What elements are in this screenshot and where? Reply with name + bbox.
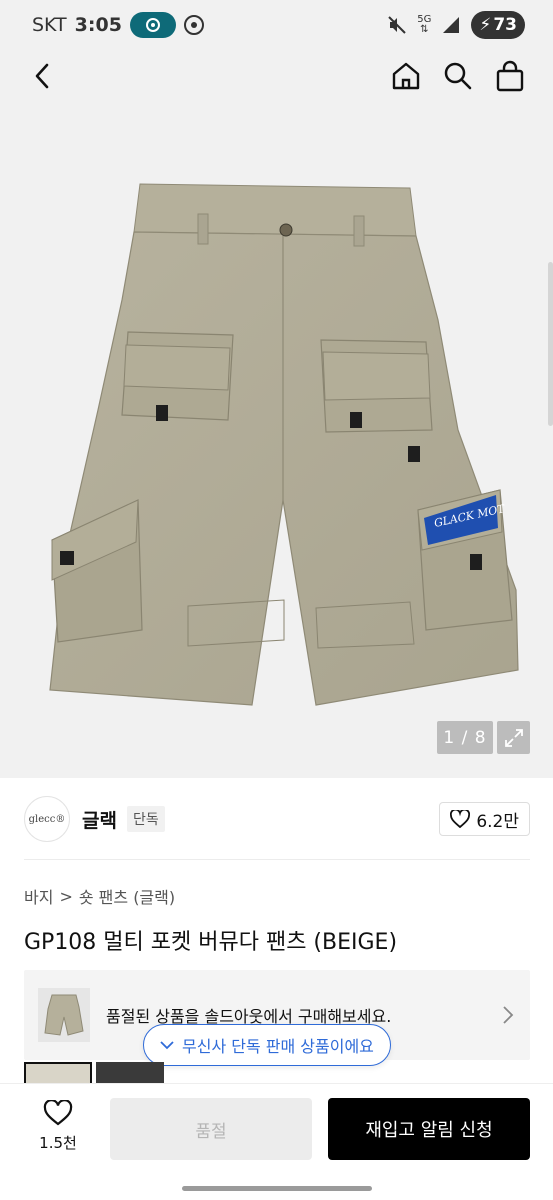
heart-icon xyxy=(450,810,471,828)
bag-icon xyxy=(496,60,524,92)
battery-indicator: ⚡ 73 xyxy=(471,11,525,39)
expand-button[interactable] xyxy=(497,721,530,754)
brand-like-count: 6.2만 xyxy=(476,811,519,832)
wishlist-button[interactable]: 1.5천 xyxy=(30,1100,86,1160)
breadcrumb-category[interactable]: 바지 xyxy=(24,884,53,908)
breadcrumb-separator: > xyxy=(59,886,73,906)
cart-button[interactable] xyxy=(492,58,528,94)
expand-icon xyxy=(504,728,523,747)
exclusive-notice-text: 무신사 단독 판매 상품이에요 xyxy=(182,1037,374,1056)
signal-icon xyxy=(443,17,460,33)
product-title: GP108 멀티 포켓 버뮤다 팬츠 (BEIGE) xyxy=(24,930,398,955)
mute-icon xyxy=(388,16,406,34)
brand-row: glecc® 글랙 단독 6.2만 xyxy=(24,795,530,843)
bottom-action-bar: 1.5천 품절 재입고 알림 신청 xyxy=(0,1084,553,1200)
heart-icon xyxy=(43,1100,73,1126)
breadcrumb: 바지 > 숏 팬츠 (글랙) xyxy=(24,884,175,908)
thumbnail-strip xyxy=(24,1062,164,1084)
home-indicator xyxy=(182,1186,372,1191)
search-icon xyxy=(444,62,472,90)
back-icon xyxy=(35,63,49,89)
scroll-indicator xyxy=(548,262,553,426)
chevron-down-icon xyxy=(160,1041,174,1050)
thumbnail-1[interactable] xyxy=(24,1062,92,1084)
promo-thumbnail xyxy=(38,988,90,1042)
soccer-ball-icon xyxy=(183,15,204,35)
network-icon: 5G ⇅ xyxy=(417,14,432,35)
brand-logo[interactable]: glecc® xyxy=(24,796,70,842)
soldout-button[interactable]: 품절 xyxy=(110,1098,312,1160)
back-button[interactable] xyxy=(26,58,58,94)
app-bar xyxy=(0,50,553,102)
brand-name[interactable]: 글랙 xyxy=(82,806,117,833)
thumbnail-2[interactable] xyxy=(96,1062,164,1084)
search-button[interactable] xyxy=(440,58,476,94)
product-image[interactable]: GLACK MOT xyxy=(38,170,528,715)
home-icon xyxy=(392,62,420,90)
image-counter: 1 / 8 xyxy=(437,721,493,754)
brand-like-button[interactable]: 6.2만 xyxy=(439,802,530,836)
product-gallery[interactable]: SKT 3:05 5G ⇅ ⚡ 73 GLACK MOT 1 / 8 xyxy=(0,0,553,778)
exclusive-notice[interactable]: 무신사 단독 판매 상품이에요 xyxy=(143,1024,391,1066)
breadcrumb-subcategory[interactable]: 숏 팬츠 (글랙) xyxy=(79,884,175,908)
recording-icon xyxy=(129,12,176,38)
wishlist-count: 1.5천 xyxy=(39,1134,77,1152)
carrier-label: SKT xyxy=(32,14,67,36)
divider xyxy=(24,859,530,860)
status-bar: SKT 3:05 5G ⇅ ⚡ 73 xyxy=(0,0,553,50)
exclusive-badge: 단독 xyxy=(126,806,165,832)
chevron-right-icon xyxy=(503,1006,514,1024)
clock: 3:05 xyxy=(74,14,122,36)
home-button[interactable] xyxy=(388,58,424,94)
restock-alert-button[interactable]: 재입고 알림 신청 xyxy=(328,1098,530,1160)
